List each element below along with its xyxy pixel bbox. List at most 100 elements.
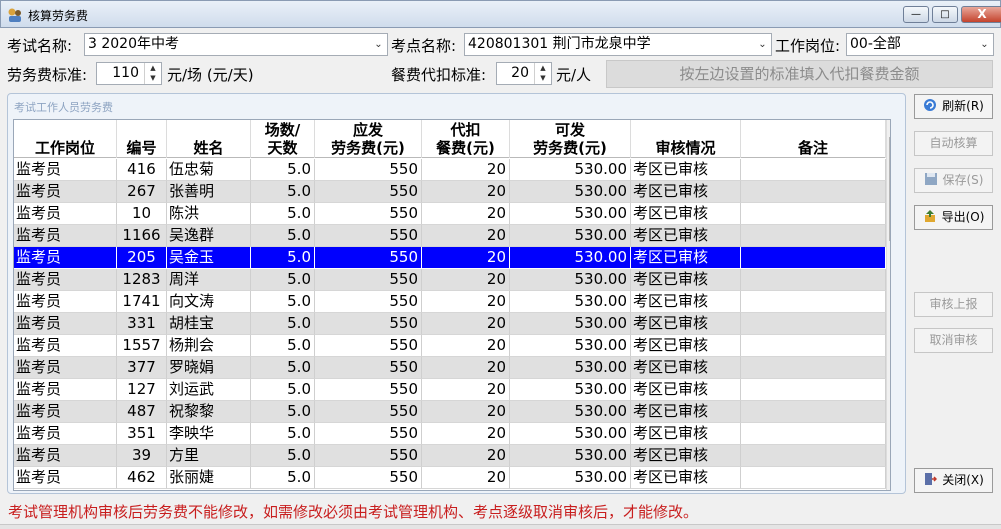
cell-meal-deduction[interactable]: 20 [422, 335, 510, 357]
cell-remark[interactable] [741, 401, 886, 423]
cell-post[interactable]: 监考员 [14, 379, 117, 401]
scroll-thumb[interactable] [889, 137, 890, 241]
column-header-sessions[interactable]: 场数/天数 [251, 120, 315, 158]
table-row[interactable]: 监考员 205 吴金玉 5.0 550 20 530.00 考区已审核 [14, 247, 886, 269]
cell-number[interactable]: 1557 [117, 335, 167, 357]
cell-post[interactable]: 监考员 [14, 401, 117, 423]
cell-post[interactable]: 监考员 [14, 423, 117, 445]
cell-review-status[interactable]: 考区已审核 [631, 401, 741, 423]
cell-gross-fee[interactable]: 550 [315, 313, 422, 335]
cell-post[interactable]: 监考员 [14, 291, 117, 313]
cell-meal-deduction[interactable]: 20 [422, 203, 510, 225]
cell-review-status[interactable]: 考区已审核 [631, 247, 741, 269]
cell-net-fee[interactable]: 530.00 [510, 225, 631, 247]
cell-net-fee[interactable]: 530.00 [510, 159, 631, 181]
cell-number[interactable]: 462 [117, 467, 167, 489]
table-row[interactable]: 监考员 127 刘运武 5.0 550 20 530.00 考区已审核 [14, 379, 886, 401]
table-row[interactable]: 监考员 487 祝黎黎 5.0 550 20 530.00 考区已审核 [14, 401, 886, 423]
cell-net-fee[interactable]: 530.00 [510, 379, 631, 401]
cell-post[interactable]: 监考员 [14, 467, 117, 489]
table-row[interactable]: 监考员 462 张丽婕 5.0 550 20 530.00 考区已审核 [14, 467, 886, 489]
cell-net-fee[interactable]: 530.00 [510, 423, 631, 445]
cell-number[interactable]: 416 [117, 159, 167, 181]
cell-name[interactable]: 吴逸群 [167, 225, 251, 247]
table-row[interactable]: 监考员 351 李映华 5.0 550 20 530.00 考区已审核 [14, 423, 886, 445]
cell-gross-fee[interactable]: 550 [315, 401, 422, 423]
cell-post[interactable]: 监考员 [14, 335, 117, 357]
cell-remark[interactable] [741, 247, 886, 269]
cell-meal-deduction[interactable]: 20 [422, 181, 510, 203]
cell-remark[interactable] [741, 203, 886, 225]
cell-sessions[interactable]: 5.0 [251, 335, 315, 357]
cell-review-status[interactable]: 考区已审核 [631, 423, 741, 445]
close-window-button[interactable]: X [961, 6, 1001, 23]
cell-post[interactable]: 监考员 [14, 159, 117, 181]
spin-arrows-icon[interactable]: ▲ ▼ [144, 63, 161, 84]
cell-meal-deduction[interactable]: 20 [422, 379, 510, 401]
cell-number[interactable]: 487 [117, 401, 167, 423]
table-row[interactable]: 监考员 39 方里 5.0 550 20 530.00 考区已审核 [14, 445, 886, 467]
export-button[interactable]: 导出(O) [914, 205, 993, 230]
cell-gross-fee[interactable]: 550 [315, 379, 422, 401]
cell-remark[interactable] [741, 159, 886, 181]
cell-number[interactable]: 351 [117, 423, 167, 445]
cell-meal-deduction[interactable]: 20 [422, 467, 510, 489]
cell-meal-deduction[interactable]: 20 [422, 357, 510, 379]
cell-meal-deduction[interactable]: 20 [422, 247, 510, 269]
cell-review-status[interactable]: 考区已审核 [631, 379, 741, 401]
cell-remark[interactable] [741, 269, 886, 291]
table-row[interactable]: 监考员 331 胡桂宝 5.0 550 20 530.00 考区已审核 [14, 313, 886, 335]
column-header-gross-fee[interactable]: 应发 劳务费(元) [315, 120, 422, 158]
submit-review-button[interactable]: 审核上报 [914, 292, 993, 317]
cell-number[interactable]: 1741 [117, 291, 167, 313]
cell-net-fee[interactable]: 530.00 [510, 203, 631, 225]
cell-meal-deduction[interactable]: 20 [422, 401, 510, 423]
cell-review-status[interactable]: 考区已审核 [631, 269, 741, 291]
fee-standard-stepper[interactable]: 110 ▲ ▼ [96, 62, 162, 85]
cell-post[interactable]: 监考员 [14, 357, 117, 379]
cell-sessions[interactable]: 5.0 [251, 291, 315, 313]
exam-name-select[interactable]: 3 2020年中考 ⌄ [84, 33, 388, 56]
cell-review-status[interactable]: 考区已审核 [631, 357, 741, 379]
close-button[interactable]: 关闭(X) [914, 468, 993, 493]
column-header-net-fee[interactable]: 可发 劳务费(元) [510, 120, 631, 158]
table-row[interactable]: 监考员 1557 杨荆会 5.0 550 20 530.00 考区已审核 [14, 335, 886, 357]
cell-sessions[interactable]: 5.0 [251, 379, 315, 401]
cell-review-status[interactable]: 考区已审核 [631, 225, 741, 247]
fill-meal-deduction-button[interactable]: 按左边设置的标准填入代扣餐费金额 [606, 60, 993, 88]
cell-sessions[interactable]: 5.0 [251, 467, 315, 489]
site-name-select[interactable]: 420801301 荆门市龙泉中学 ⌄ [464, 33, 772, 56]
table-row[interactable]: 监考员 377 罗晓娟 5.0 550 20 530.00 考区已审核 [14, 357, 886, 379]
cell-review-status[interactable]: 考区已审核 [631, 203, 741, 225]
auto-calc-button[interactable]: 自动核算 [914, 131, 993, 156]
column-header-remark[interactable]: 备注 [741, 120, 886, 158]
cell-number[interactable]: 1166 [117, 225, 167, 247]
cell-net-fee[interactable]: 530.00 [510, 445, 631, 467]
staff-fee-table[interactable]: 工作岗位 编号 姓名 场数/天数 应发 劳务费(元) 代扣 餐费(元) 可发 劳务费(元) 审核情况… [13, 119, 891, 491]
refresh-button[interactable]: 刷新(R) [914, 94, 993, 119]
cell-net-fee[interactable]: 530.00 [510, 181, 631, 203]
cell-gross-fee[interactable]: 550 [315, 247, 422, 269]
cell-net-fee[interactable]: 530.00 [510, 467, 631, 489]
cell-name[interactable]: 祝黎黎 [167, 401, 251, 423]
cell-name[interactable]: 方里 [167, 445, 251, 467]
cell-remark[interactable] [741, 181, 886, 203]
cell-number[interactable]: 127 [117, 379, 167, 401]
cell-number[interactable]: 10 [117, 203, 167, 225]
cell-gross-fee[interactable]: 550 [315, 467, 422, 489]
cell-net-fee[interactable]: 530.00 [510, 269, 631, 291]
cell-name[interactable]: 张丽婕 [167, 467, 251, 489]
post-select[interactable]: 00-全部 ⌄ [846, 33, 994, 56]
cell-sessions[interactable]: 5.0 [251, 203, 315, 225]
table-row[interactable]: 监考员 1741 向文涛 5.0 550 20 530.00 考区已审核 [14, 291, 886, 313]
cell-review-status[interactable]: 考区已审核 [631, 335, 741, 357]
cell-review-status[interactable]: 考区已审核 [631, 445, 741, 467]
cell-review-status[interactable]: 考区已审核 [631, 159, 741, 181]
spin-arrows-icon[interactable]: ▲ ▼ [534, 63, 551, 84]
cell-sessions[interactable]: 5.0 [251, 269, 315, 291]
meal-standard-stepper[interactable]: 20 ▲ ▼ [496, 62, 552, 85]
cell-sessions[interactable]: 5.0 [251, 357, 315, 379]
cell-meal-deduction[interactable]: 20 [422, 423, 510, 445]
cell-meal-deduction[interactable]: 20 [422, 291, 510, 313]
column-header-post[interactable]: 工作岗位 [14, 120, 117, 158]
